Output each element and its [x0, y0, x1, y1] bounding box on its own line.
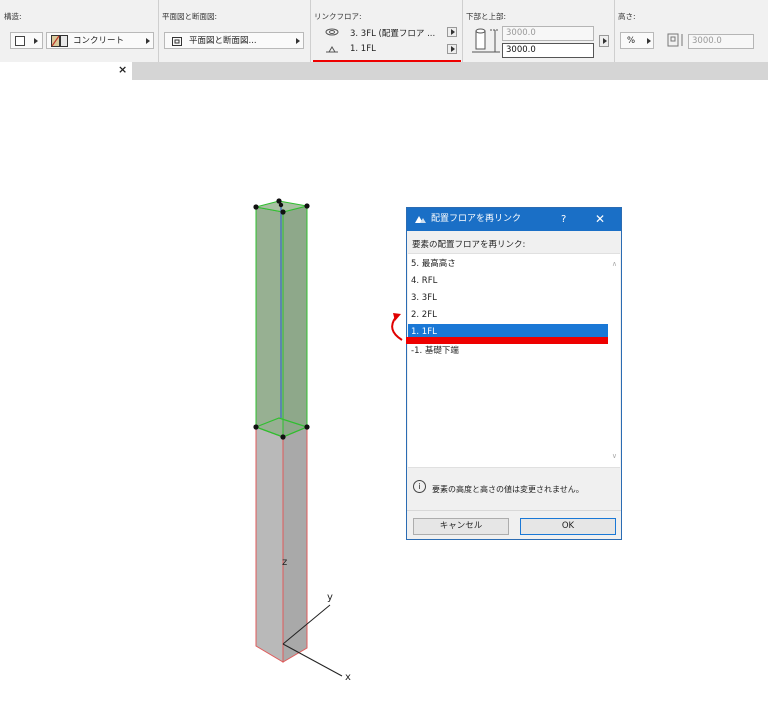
viewport-3d[interactable] [0, 0, 768, 707]
curved-arrow-line [391, 316, 403, 341]
scroll-up-icon[interactable]: ∧ [612, 260, 617, 268]
z-axis-label: z [282, 557, 288, 568]
handle-dot[interactable] [253, 204, 259, 210]
list-item[interactable]: 5. 最高高さ [408, 256, 608, 272]
help-icon[interactable]: ? [561, 208, 566, 231]
list-item[interactable]: 2. 2FL [408, 307, 608, 323]
x-axis-line [282, 643, 343, 677]
list-item[interactable]: -1. 基礎下端 [408, 343, 608, 359]
dialog-title: 配置フロアを再リンク [431, 214, 522, 224]
handle-dot[interactable] [278, 202, 284, 208]
dialog-divider [407, 510, 621, 511]
column-upper-side [282, 205, 308, 438]
list-item[interactable]: 4. RFL [408, 273, 608, 289]
handle-dot[interactable] [280, 209, 286, 215]
handle-dot[interactable] [280, 434, 286, 440]
cancel-button[interactable]: キャンセル [413, 518, 509, 535]
list-item[interactable]: 3. 3FL [408, 290, 608, 306]
handle-dot[interactable] [304, 203, 310, 209]
scroll-down-icon[interactable]: ∨ [612, 452, 617, 460]
close-icon[interactable]: ✕ [595, 208, 605, 231]
info-icon: i [413, 480, 426, 493]
column-upper-front [255, 206, 284, 438]
x-axis-label: x [345, 672, 351, 683]
highlight-bar-list [406, 337, 608, 344]
dialog-prompt: 要素の配置フロアを再リンク: [412, 240, 526, 250]
handle-dot[interactable] [253, 424, 259, 430]
dialog-titlebar[interactable]: 配置フロアを再リンク ? ✕ [407, 208, 621, 231]
dialog-app-icon [415, 216, 426, 223]
handle-dot[interactable] [304, 424, 310, 430]
column-lower-front [255, 426, 284, 663]
y-axis-label: y [327, 592, 333, 603]
info-message: 要素の高度と高さの値は変更されません。 [432, 485, 584, 494]
floor-list[interactable]: 5. 最高高さ 4. RFL 3. 3FL 2. 2FL 1. 1FL -1. … [408, 253, 620, 468]
ok-button[interactable]: OK [520, 518, 616, 535]
relink-floor-dialog: 配置フロアを再リンク ? ✕ 要素の配置フロアを再リンク: 5. 最高高さ 4.… [406, 207, 622, 540]
